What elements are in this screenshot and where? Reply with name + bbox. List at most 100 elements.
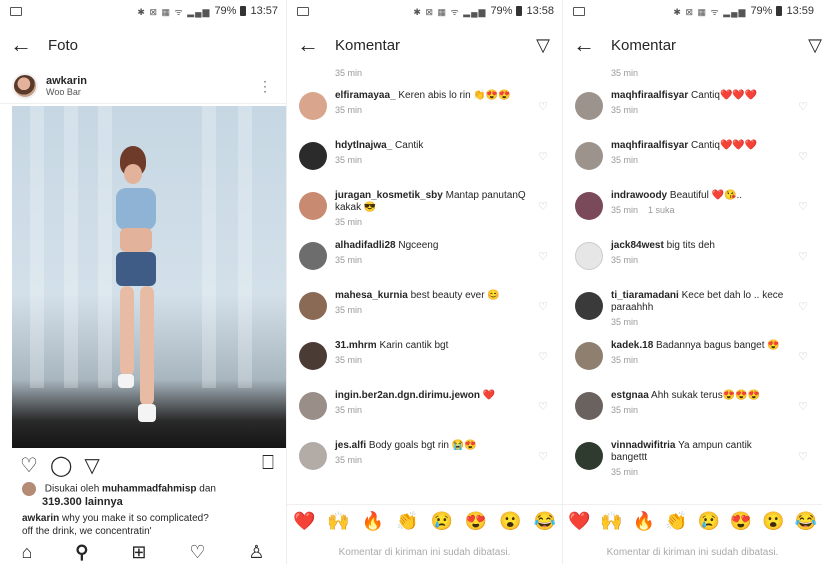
emoji-button[interactable]: 😂 [534,511,556,532]
comment-like-heart-icon[interactable]: ♡ [538,250,548,263]
comment-like-heart-icon[interactable]: ♡ [538,300,548,313]
heart-icon[interactable]: ♡ [20,453,38,478]
comment-username[interactable]: alhadifadli28 [335,240,396,251]
avatar[interactable] [299,392,327,420]
back-arrow-icon[interactable]: ← [573,32,603,58]
comment-username[interactable]: ingin.ber2an.dgn.dirimu.jewon [335,390,480,401]
comment-username[interactable]: maqhfiraalfisyar [611,140,688,151]
emoji-button[interactable]: 😍 [465,511,487,532]
comment-like-heart-icon[interactable]: ♡ [538,400,548,413]
comment-username[interactable]: ti_tiaramadani [611,290,679,301]
avatar[interactable] [12,72,38,99]
comment-username[interactable]: vinnadwifitria [611,440,675,451]
activity-heart-icon[interactable]: ♡ [189,542,205,563]
comment-like-heart-icon[interactable]: ♡ [538,450,548,463]
avatar[interactable] [575,442,603,470]
direct-share-icon[interactable]: ▽ [808,35,822,56]
emoji-button[interactable]: 🔥 [362,511,384,532]
comments-screen-1: ✱ ⊠ ▦ ᯤ ▂▄▆ 79% 13:58 ← Komentar ▽ 35 mi… [286,0,562,564]
avatar[interactable] [575,292,603,320]
avatar[interactable] [299,292,327,320]
avatar[interactable] [299,442,327,470]
comment-username[interactable]: indrawoody [611,190,667,201]
top-bar: ← Foto [0,22,286,68]
likes-count[interactable]: 319.300 lainnya [42,496,123,508]
emoji-button[interactable]: 👏 [396,511,418,532]
avatar[interactable] [299,92,327,120]
avatar[interactable] [299,142,327,170]
new-post-icon[interactable]: ⊞ [131,542,146,563]
comment-like-heart-icon[interactable]: ♡ [538,350,548,363]
emoji-button[interactable]: 👏 [665,511,687,532]
comment-like-heart-icon[interactable]: ♡ [538,200,548,213]
comment-like-heart-icon[interactable]: ♡ [798,400,808,413]
emoji-button[interactable]: 😂 [795,511,817,532]
comment-body: hdytlnajwa_ Cantik 35 min [335,140,552,165]
search-icon[interactable]: ⚲ [75,542,88,563]
gallery-notification-icon [297,6,309,16]
comment-like-heart-icon[interactable]: ♡ [798,250,808,263]
comment-item: elfiramayaa_ Keren abis lo rin 👏😍😍 35 min… [287,90,562,140]
comment-like-heart-icon[interactable]: ♡ [538,150,548,163]
back-arrow-icon[interactable]: ← [297,32,327,58]
avatar[interactable] [575,142,603,170]
comments-limited-notice: Komentar di kiriman ini sudah dibatasi. [338,547,511,558]
emoji-button[interactable]: ❤️ [568,511,590,532]
comment-like-heart-icon[interactable]: ♡ [798,150,808,163]
comment-like-heart-icon[interactable]: ♡ [798,200,808,213]
avatar[interactable] [575,342,603,370]
comment-username[interactable]: mahesa_kurnia [335,290,408,301]
comment-username[interactable]: jes.alfi [335,440,366,451]
post-photo[interactable] [12,106,286,448]
avatar[interactable] [299,242,327,270]
comment-username[interactable]: jack84west [611,240,664,251]
comment-list[interactable]: 35 min maqhfiraalfisyar Cantiq❤️❤️❤️ 35 m… [563,68,822,502]
avatar[interactable] [575,92,603,120]
emoji-button[interactable]: 😍 [730,511,752,532]
emoji-button[interactable]: 🙌 [327,511,349,532]
comment-time: 35 min [335,255,363,265]
comment-username[interactable]: kadek.18 [611,340,653,351]
caption-username[interactable]: awkarin [22,513,59,524]
emoji-button[interactable]: 😢 [697,511,719,532]
avatar[interactable] [575,192,603,220]
direct-share-icon[interactable]: ▽ [536,35,550,56]
back-arrow-icon[interactable]: ← [10,32,40,58]
comment-like-heart-icon[interactable]: ♡ [538,100,548,113]
comment-like-heart-icon[interactable]: ♡ [798,350,808,363]
comment-icon[interactable]: ◯ [50,453,72,478]
emoji-button[interactable]: 🔥 [633,511,655,532]
comment-username[interactable]: maqhfiraalfisyar [611,90,688,101]
comment-like-heart-icon[interactable]: ♡ [798,100,808,113]
status-bar: ✱ ⊠ ▦ ᯤ ▂▄▆ 79% 13:59 [563,0,822,22]
comment-username[interactable]: juragan_kosmetik_sby [335,190,443,201]
share-icon[interactable]: ▽ [84,453,99,478]
comment-username[interactable]: estgnaa [611,390,649,401]
comment-text: ingin.ber2an.dgn.dirimu.jewon ❤️ [335,390,530,402]
emoji-button[interactable]: 🙌 [600,511,622,532]
liked-by-user[interactable]: muhammadfahmisp [102,484,196,495]
comment-like-count[interactable]: 1 suka [648,205,675,215]
avatar[interactable] [575,242,603,270]
emoji-button[interactable]: 😢 [430,511,452,532]
emoji-button[interactable]: ❤️ [293,511,315,532]
bookmark-icon[interactable]: ⎕ [262,452,274,475]
comment-like-heart-icon[interactable]: ♡ [798,300,808,313]
avatar[interactable] [299,192,327,220]
likes-summary[interactable]: Disukai oleh muhammadfahmisp dan 319.300… [22,482,276,509]
comment-list[interactable]: 35 min elfiramayaa_ Keren abis lo rin 👏😍… [287,68,562,502]
home-icon[interactable]: ⌂ [21,542,32,563]
more-options-icon[interactable]: ⋮ [258,78,272,95]
post-location[interactable]: Woo Bar [46,87,87,97]
comment-like-heart-icon[interactable]: ♡ [798,450,808,463]
profile-icon[interactable]: ♙ [248,542,264,563]
avatar[interactable] [575,392,603,420]
emoji-button[interactable]: 😮 [762,511,784,532]
avatar[interactable] [299,342,327,370]
comment-username[interactable]: elfiramayaa_ [335,90,396,101]
comment-message: Karin cantik bgt [379,340,449,351]
comment-username[interactable]: 31.mhrm [335,340,377,351]
emoji-button[interactable]: 😮 [499,511,521,532]
post-username[interactable]: awkarin [46,75,87,87]
comment-username[interactable]: hdytlnajwa_ [335,140,392,151]
